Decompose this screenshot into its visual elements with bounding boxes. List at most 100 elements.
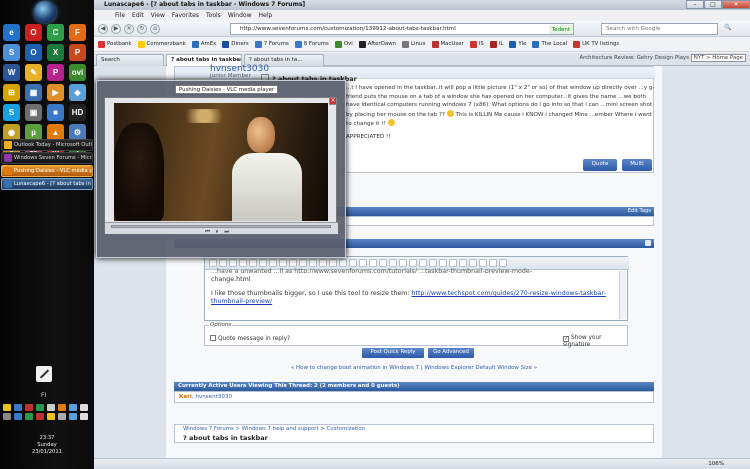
gadget-icon[interactable]: ◆: [69, 84, 86, 101]
opera-icon[interactable]: O: [25, 24, 42, 41]
bookmark-item[interactable]: Yle: [509, 40, 526, 48]
vlc-seek-bar[interactable]: [111, 225, 331, 228]
forward-icon[interactable]: ▶: [111, 24, 121, 34]
tray-icon[interactable]: [47, 404, 55, 411]
search-input[interactable]: Search with Google: [601, 23, 718, 35]
ovi-icon[interactable]: ovi: [69, 64, 86, 81]
active-user-1[interactable]: Kari: [179, 394, 192, 400]
editor-button[interactable]: [269, 259, 277, 267]
firefox-icon[interactable]: F: [69, 24, 86, 41]
taskbar-button[interactable]: Windows Seven Forums - Micr...: [1, 152, 93, 164]
maximize-button[interactable]: □: [704, 0, 722, 9]
tray-icon[interactable]: [25, 413, 33, 420]
editor-button[interactable]: [309, 259, 317, 267]
tray-icon[interactable]: [69, 404, 77, 411]
tray-icon[interactable]: [14, 404, 22, 411]
preview-close-icon[interactable]: ×: [329, 97, 337, 105]
pen-input-icon[interactable]: [36, 366, 52, 382]
tray-icon[interactable]: [69, 413, 77, 420]
bookmark-item[interactable]: 7 Forums: [254, 40, 289, 48]
sidebar-search-tab[interactable]: Search: [96, 54, 164, 66]
editor-button[interactable]: [429, 259, 437, 267]
tray-icon[interactable]: [14, 413, 22, 420]
tray-icon[interactable]: [80, 404, 88, 411]
taskbar-button[interactable]: Outlook Today - Microsoft Outl...: [1, 139, 93, 151]
next-thread-link[interactable]: Windows Explorer Default Window Size: [424, 365, 532, 371]
editor-button[interactable]: [349, 259, 357, 267]
quote-message-checkbox[interactable]: Quote message in reply?: [210, 335, 290, 342]
vlc-playback-buttons[interactable]: ⏮ ⏸ ⏭: [205, 229, 231, 236]
editor-button[interactable]: [359, 259, 367, 267]
menu-favorites[interactable]: Favorites: [172, 12, 199, 19]
editor-button[interactable]: [499, 259, 507, 267]
bookmark-item[interactable]: Postbank: [98, 40, 132, 48]
language-indicator[interactable]: FI: [41, 392, 46, 399]
tray-icon[interactable]: [58, 404, 66, 411]
editor-button[interactable]: [329, 259, 337, 267]
editor-button[interactable]: [279, 259, 287, 267]
editor-button[interactable]: [439, 259, 447, 267]
site-identity[interactable]: Tedent: [548, 25, 573, 34]
taskbar-button[interactable]: Lunascape6 - [? about tabs in ...: [1, 178, 93, 190]
chrome-icon[interactable]: C: [47, 24, 64, 41]
show-signature-checkbox[interactable]: ✓ Show your signature: [563, 335, 627, 348]
editor-button[interactable]: [489, 259, 497, 267]
editor-button[interactable]: [249, 259, 257, 267]
paint-icon[interactable]: ✎: [25, 64, 42, 81]
bookmark-item[interactable]: Diners: [222, 40, 249, 48]
breadcrumb-path[interactable]: Windows 7 Forums > Windows 7 help and su…: [183, 426, 365, 432]
multi-quote-button[interactable]: Multi: [622, 159, 652, 171]
bookmark-item[interactable]: Ovi: [334, 40, 353, 48]
address-bar[interactable]: http://www.sevenforums.com/customization…: [230, 23, 574, 35]
bookmark-item[interactable]: MacUser: [431, 40, 464, 48]
editor-button[interactable]: [389, 259, 397, 267]
bookmark-item[interactable]: IS: [469, 40, 484, 48]
prev-thread-link[interactable]: How to change boot animation in Windows …: [296, 365, 419, 371]
menu-edit[interactable]: Edit: [132, 12, 144, 19]
menu-tools[interactable]: Tools: [206, 12, 221, 19]
back-icon[interactable]: ◀: [98, 24, 108, 34]
editor-button[interactable]: [289, 259, 297, 267]
safari-icon[interactable]: S: [3, 44, 20, 61]
clock[interactable]: 23:37 Sunday 23/01/2011: [0, 435, 94, 456]
bookmark-item[interactable]: AmEx: [191, 40, 216, 48]
editor-scrollbar[interactable]: [619, 271, 626, 319]
editor-button[interactable]: [219, 259, 227, 267]
active-user-2[interactable]: hvnsent3030: [195, 394, 232, 400]
bookmark-item[interactable]: Commerzbank: [137, 40, 186, 48]
menu-view[interactable]: View: [151, 12, 165, 19]
tray-icon[interactable]: [36, 404, 44, 411]
refresh-icon[interactable]: ↻: [137, 24, 147, 34]
start-button[interactable]: [34, 1, 56, 23]
editor-button[interactable]: [449, 259, 457, 267]
stop-icon[interactable]: ✕: [124, 24, 134, 34]
tray-icon[interactable]: [25, 404, 33, 411]
editor-button[interactable]: [419, 259, 427, 267]
minimize-button[interactable]: –: [686, 0, 704, 9]
tray-icon[interactable]: [80, 413, 88, 420]
menu-help[interactable]: Help: [258, 12, 272, 19]
tray-icon[interactable]: [3, 404, 11, 411]
close-button[interactable]: ✕: [722, 0, 750, 9]
edit-tags-link[interactable]: Edit Tags: [628, 208, 651, 214]
zoom-level[interactable]: 106%: [708, 461, 724, 467]
ie-icon[interactable]: e: [3, 24, 20, 41]
word-icon[interactable]: W: [3, 64, 20, 81]
editor-button[interactable]: [209, 259, 217, 267]
feed-selector[interactable]: NYT > Home Page: [690, 54, 746, 62]
editor-button[interactable]: [299, 259, 307, 267]
menu-window[interactable]: Window: [228, 12, 252, 19]
bookmark-item[interactable]: IL: [489, 40, 503, 48]
bookmark-item[interactable]: UK TV listings: [573, 40, 619, 48]
dashboard-icon[interactable]: ▦: [25, 84, 42, 101]
powerpoint-icon[interactable]: P: [69, 44, 86, 61]
editor-button[interactable]: [239, 259, 247, 267]
skype-icon[interactable]: S: [3, 104, 20, 121]
home-icon[interactable]: ⌂: [150, 24, 160, 34]
editor-button[interactable]: [229, 259, 237, 267]
collapse-icon[interactable]: [645, 240, 651, 246]
search-go-icon[interactable]: 🔍: [724, 24, 746, 34]
editor-button[interactable]: [379, 259, 387, 267]
feed-ticker[interactable]: Architecture Review: Gehry Design Plays …: [579, 54, 746, 62]
outlook-icon[interactable]: O: [25, 44, 42, 61]
